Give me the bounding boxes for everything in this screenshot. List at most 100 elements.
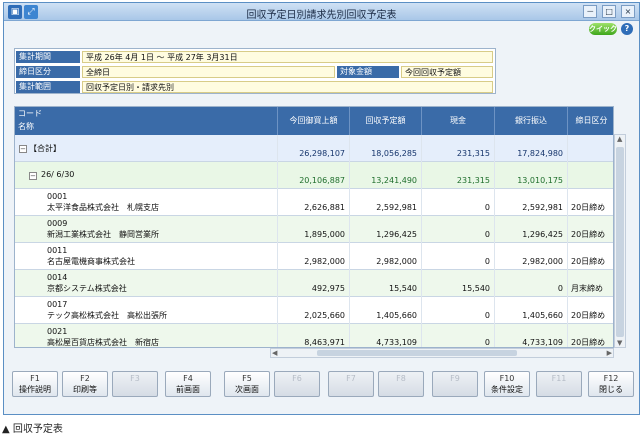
minimize-button[interactable]: －	[583, 5, 598, 18]
window-title: 回収予定日別請求先別回収予定表	[246, 10, 397, 21]
cell-cash: 0	[421, 324, 494, 347]
f7-button[interactable]: F7	[328, 371, 374, 397]
total-label: 【合計】	[29, 144, 61, 153]
closing-value: 全締日	[82, 66, 335, 78]
cell-sales: 492,975	[277, 270, 349, 297]
fkey-label: 前画面	[176, 385, 200, 394]
cell-bank: 1,296,425	[494, 216, 567, 243]
cell-scheduled: 2,592,981	[349, 189, 421, 216]
f3-button[interactable]: F3	[112, 371, 158, 397]
grid-header: コード 名称 今回御買上額 回収予定額 現金 銀行振込 締日区分	[15, 107, 613, 135]
help-icon[interactable]: ?	[621, 23, 633, 35]
fkey-label: 条件設定	[491, 385, 523, 394]
report-window: ▣ ⤢ 回収予定日別請求先別回収予定表 － □ × クイック ? 集計期間 平成…	[3, 2, 640, 415]
vertical-scrollbar[interactable]: ▲ ▼	[614, 134, 626, 348]
row-name: 高松屋百貨店株式会社 新宿店	[47, 338, 159, 347]
cell-closing: 20日締め	[567, 216, 613, 243]
cell-sales: 26,298,107	[277, 135, 349, 162]
close-button[interactable]: ×	[621, 5, 635, 18]
fkey-number: F1	[30, 374, 40, 383]
maximize-button[interactable]: □	[602, 5, 617, 18]
header-closing[interactable]: 締日区分	[567, 107, 613, 135]
row-name: 新潟工業株式会社 静岡営業所	[47, 230, 159, 239]
table-row[interactable]: 0017 テック高松株式会社 高松出張所 2,025,660 1,405,660…	[15, 297, 613, 324]
f2-print-button[interactable]: F2 印刷等	[62, 371, 108, 397]
table-row[interactable]: 0021 高松屋百貨店株式会社 新宿店 8,463,971 4,733,109 …	[15, 324, 613, 347]
cell-scheduled: 1,296,425	[349, 216, 421, 243]
scope-value: 回収予定日別・請求先別	[82, 81, 493, 93]
row-code: 0014	[47, 273, 68, 282]
cell-sales: 8,463,971	[277, 324, 349, 347]
cell-cash: 0	[421, 297, 494, 324]
collapse-total-icon[interactable]: −	[19, 145, 27, 153]
fkey-number: F4	[183, 374, 193, 383]
cell-closing: 20日締め	[567, 243, 613, 270]
title-bar: ▣ ⤢ 回収予定日別請求先別回収予定表 － □ ×	[4, 3, 639, 21]
period-label: 集計期間	[16, 51, 80, 63]
f11-button[interactable]: F11	[536, 371, 582, 397]
header-sales[interactable]: 今回御買上額	[277, 107, 349, 135]
header-bank[interactable]: 銀行振込	[494, 107, 567, 135]
cell-scheduled: 4,733,109	[349, 324, 421, 347]
table-row[interactable]: 0009 新潟工業株式会社 静岡営業所 1,895,000 1,296,425 …	[15, 216, 613, 243]
scroll-right-icon[interactable]: ▶	[607, 349, 612, 357]
fkey-number: F8	[396, 374, 406, 383]
cell-scheduled: 2,982,000	[349, 243, 421, 270]
scroll-down-icon[interactable]: ▼	[617, 339, 622, 347]
cell-sales: 20,106,887	[277, 162, 349, 189]
horizontal-scroll-thumb[interactable]	[317, 350, 517, 356]
f8-button[interactable]: F8	[378, 371, 424, 397]
f5-next-button[interactable]: F5 次画面	[224, 371, 270, 397]
subtotal-row[interactable]: − 26/ 6/30 20,106,887 13,241,490 231,315…	[15, 162, 613, 189]
cell-cash: 0	[421, 243, 494, 270]
cell-bank: 17,824,980	[494, 135, 567, 162]
fkey-number: F2	[80, 374, 90, 383]
closing-label: 締日区分	[16, 66, 80, 78]
f9-button[interactable]: F9	[432, 371, 478, 397]
scroll-up-icon[interactable]: ▲	[617, 135, 622, 143]
scope-label: 集計範囲	[16, 81, 80, 93]
vertical-scroll-thumb[interactable]	[616, 147, 624, 337]
table-row[interactable]: 0011 名古屋電機商事株式会社 2,982,000 2,982,000 0 2…	[15, 243, 613, 270]
f1-help-button[interactable]: F1 操作説明	[12, 371, 58, 397]
f10-condition-button[interactable]: F10 条件設定	[484, 371, 530, 397]
cell-sales: 2,025,660	[277, 297, 349, 324]
f4-previous-button[interactable]: F4 前画面	[165, 371, 211, 397]
f12-close-button[interactable]: F12 閉じる	[588, 371, 634, 397]
table-row[interactable]: 0014 京都システム株式会社 492,975 15,540 15,540 0 …	[15, 270, 613, 297]
cell-closing: 月末締め	[567, 270, 613, 297]
header-cash[interactable]: 現金	[421, 107, 494, 135]
cell-bank: 0	[494, 270, 567, 297]
function-key-bar: F1 操作説明 F2 印刷等 F3 F4 前画面 F5 次画面 F6 F7 F8 F9 …	[10, 371, 639, 399]
total-row[interactable]: − 【合計】 26,298,107 18,056,285 231,315 17,…	[15, 135, 613, 162]
cell-bank: 2,592,981	[494, 189, 567, 216]
fkey-number: F3	[130, 374, 140, 383]
condition-panel: 集計期間 平成 26年 4月 1日 〜 平成 27年 3月31日 締日区分 全締…	[14, 48, 496, 94]
row-code: 0001	[47, 192, 68, 201]
cell-scheduled: 13,241,490	[349, 162, 421, 189]
cell-sales: 1,895,000	[277, 216, 349, 243]
cell-closing	[567, 135, 613, 162]
target-value: 今回回収予定額	[401, 66, 493, 78]
fkey-label: 閉じる	[599, 385, 623, 394]
quick-button[interactable]: クイック	[589, 23, 617, 35]
collapse-date-icon[interactable]: −	[29, 172, 37, 180]
scroll-left-icon[interactable]: ◀	[272, 349, 277, 357]
header-name: 名称	[18, 122, 34, 131]
cell-scheduled: 18,056,285	[349, 135, 421, 162]
fkey-number: F7	[346, 374, 356, 383]
table-row[interactable]: 0001 太平洋食品株式会社 札幌支店 2,626,881 2,592,981 …	[15, 189, 613, 216]
cell-scheduled: 1,405,660	[349, 297, 421, 324]
fkey-number: F12	[603, 374, 619, 383]
fkey-label: 操作説明	[19, 385, 51, 394]
header-scheduled[interactable]: 回収予定額	[349, 107, 421, 135]
cell-cash: 15,540	[421, 270, 494, 297]
horizontal-scrollbar[interactable]: ◀ ▶	[270, 348, 614, 358]
row-name: 京都システム株式会社	[47, 284, 127, 293]
f6-button[interactable]: F6	[274, 371, 320, 397]
fkey-label: 次画面	[235, 385, 259, 394]
subtotal-label: 26/ 6/30	[41, 170, 75, 179]
row-name: テック高松株式会社 高松出張所	[47, 311, 167, 320]
cell-sales: 2,626,881	[277, 189, 349, 216]
fkey-number: F10	[499, 374, 515, 383]
